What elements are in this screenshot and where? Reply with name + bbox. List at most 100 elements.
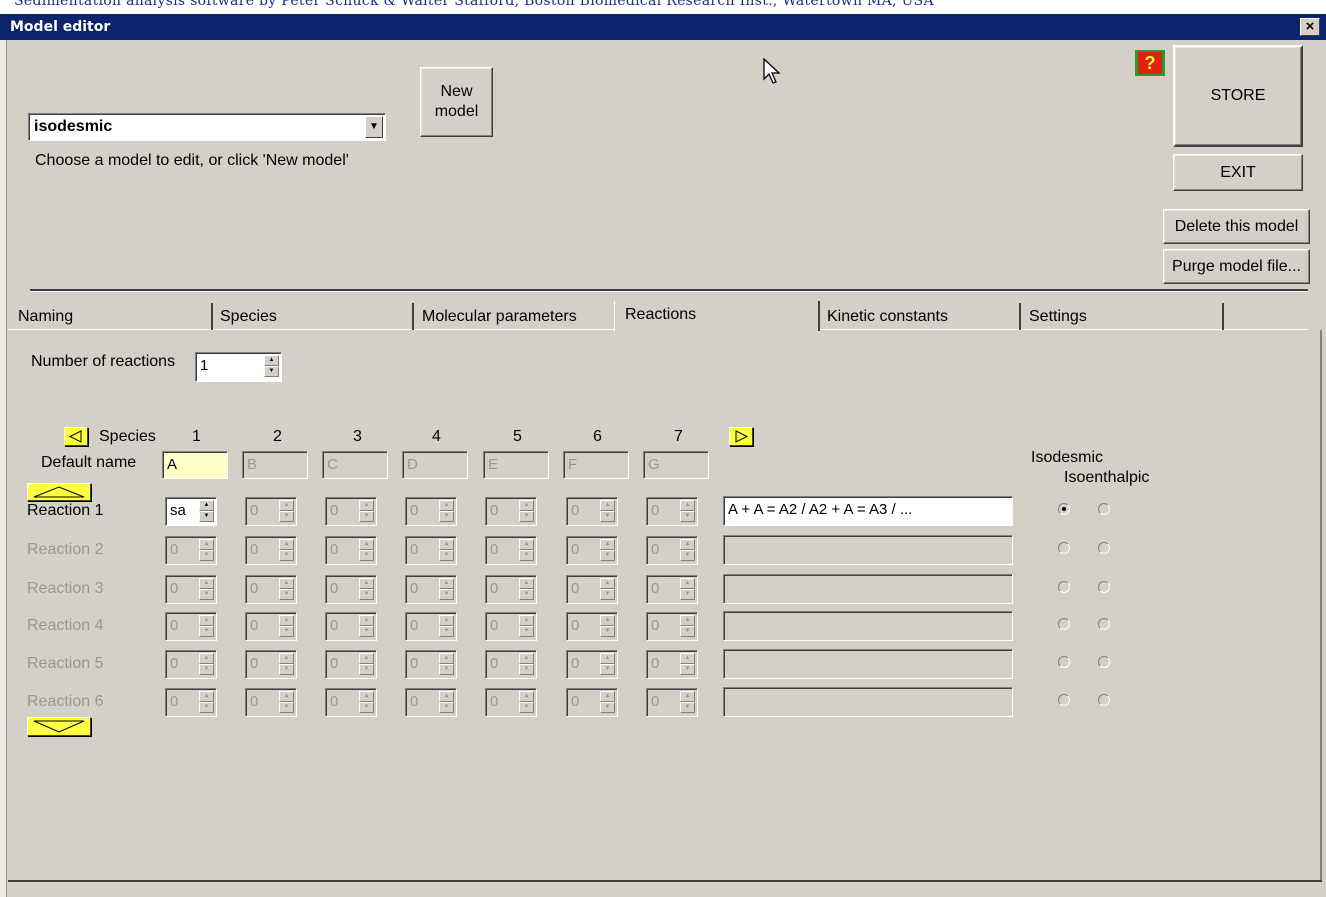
isodesmic-radio[interactable] bbox=[1058, 656, 1070, 668]
stepper-up-icon[interactable]: ▲ bbox=[519, 653, 534, 664]
coefficient-stepper[interactable]: 0 ▲ ▼ bbox=[325, 575, 377, 604]
stepper-down-icon[interactable]: ▼ bbox=[359, 664, 374, 675]
stepper-down-icon[interactable]: ▼ bbox=[199, 511, 214, 522]
new-model-button[interactable]: New model bbox=[420, 67, 493, 137]
isoenthalpic-radio[interactable] bbox=[1098, 618, 1110, 630]
coefficient-stepper[interactable]: 0 ▲ ▼ bbox=[245, 575, 297, 604]
coefficient-stepper[interactable]: 0 ▲ ▼ bbox=[405, 536, 457, 565]
stepper-up-icon[interactable]: ▲ bbox=[600, 539, 615, 550]
coefficient-stepper[interactable]: 0 ▲ ▼ bbox=[566, 575, 618, 604]
default-name-field[interactable]: A bbox=[162, 451, 228, 479]
scroll-up-button[interactable] bbox=[27, 483, 91, 501]
coefficient-stepper[interactable]: 0 ▲ ▼ bbox=[245, 650, 297, 679]
chevron-down-icon[interactable]: ▼ bbox=[365, 116, 383, 138]
close-button[interactable]: × bbox=[1300, 18, 1320, 36]
stepper-up-icon[interactable]: ▲ bbox=[519, 691, 534, 702]
stepper-down-icon[interactable]: ▼ bbox=[519, 702, 534, 713]
stepper-up-icon[interactable]: ▲ bbox=[680, 653, 695, 664]
isodesmic-radio[interactable] bbox=[1058, 618, 1070, 630]
stepper-down-icon[interactable]: ▼ bbox=[519, 511, 534, 522]
stepper-up-icon[interactable]: ▲ bbox=[359, 578, 374, 589]
coefficient-stepper[interactable]: 0 ▲ ▼ bbox=[485, 497, 537, 526]
stepper-up-icon[interactable]: ▲ bbox=[680, 615, 695, 626]
coefficient-stepper[interactable]: 0 ▲ ▼ bbox=[165, 536, 217, 565]
stepper-up-icon[interactable]: ▲ bbox=[199, 539, 214, 550]
stepper-down-icon[interactable]: ▼ bbox=[680, 550, 695, 561]
stepper-down-icon[interactable]: ▼ bbox=[439, 664, 454, 675]
reaction-equation-field[interactable] bbox=[723, 535, 1013, 565]
stepper-up-icon[interactable]: ▲ bbox=[519, 500, 534, 511]
reaction-equation-field[interactable] bbox=[723, 611, 1013, 641]
stepper-down-icon[interactable]: ▼ bbox=[279, 589, 294, 600]
stepper-up-icon[interactable]: ▲ bbox=[439, 578, 454, 589]
stepper-up-icon[interactable]: ▲ bbox=[439, 539, 454, 550]
default-name-field[interactable]: B bbox=[242, 451, 308, 479]
coefficient-stepper[interactable]: 0 ▲ ▼ bbox=[485, 612, 537, 641]
tab-reactions[interactable]: Reactions bbox=[614, 301, 820, 331]
stepper-up-icon[interactable]: ▲ bbox=[359, 615, 374, 626]
isoenthalpic-radio[interactable] bbox=[1098, 581, 1110, 593]
coefficient-stepper[interactable]: 0 ▲ ▼ bbox=[485, 575, 537, 604]
stepper-up-icon[interactable]: ▲ bbox=[600, 691, 615, 702]
purge-model-file-button[interactable]: Purge model file... bbox=[1163, 249, 1310, 284]
tab-molecular-parameters[interactable]: Molecular parameters bbox=[412, 303, 616, 330]
default-name-field[interactable]: C bbox=[322, 451, 388, 479]
stepper-down-icon[interactable]: ▼ bbox=[680, 511, 695, 522]
coefficient-stepper[interactable]: 0 ▲ ▼ bbox=[325, 612, 377, 641]
stepper-down-icon[interactable]: ▼ bbox=[199, 664, 214, 675]
coefficient-stepper[interactable]: 0 ▲ ▼ bbox=[405, 575, 457, 604]
stepper-down-icon[interactable]: ▼ bbox=[600, 550, 615, 561]
stepper-down-icon[interactable]: ▼ bbox=[264, 366, 279, 377]
stepper-up-icon[interactable]: ▲ bbox=[359, 500, 374, 511]
isodesmic-radio[interactable] bbox=[1058, 503, 1070, 515]
exit-button[interactable]: EXIT bbox=[1173, 154, 1303, 191]
stepper-down-icon[interactable]: ▼ bbox=[600, 664, 615, 675]
title-bar[interactable]: Model editor bbox=[0, 14, 1326, 40]
stepper-up-icon[interactable]: ▲ bbox=[519, 615, 534, 626]
stepper-down-icon[interactable]: ▼ bbox=[279, 626, 294, 637]
coefficient-stepper[interactable]: 0 ▲ ▼ bbox=[485, 650, 537, 679]
coefficient-stepper[interactable]: 0 ▲ ▼ bbox=[245, 536, 297, 565]
stepper-down-icon[interactable]: ▼ bbox=[279, 511, 294, 522]
stepper-down-icon[interactable]: ▼ bbox=[680, 702, 695, 713]
isoenthalpic-radio[interactable] bbox=[1098, 542, 1110, 554]
stepper-up-icon[interactable]: ▲ bbox=[279, 615, 294, 626]
coefficient-stepper[interactable]: 0 ▲ ▼ bbox=[245, 612, 297, 641]
help-button[interactable]: ? bbox=[1135, 50, 1165, 76]
next-species-button[interactable] bbox=[729, 427, 753, 446]
stepper-up-icon[interactable]: ▲ bbox=[264, 355, 279, 366]
tab-settings[interactable]: Settings bbox=[1019, 303, 1224, 330]
stepper-down-icon[interactable]: ▼ bbox=[359, 511, 374, 522]
stepper-up-icon[interactable]: ▲ bbox=[680, 691, 695, 702]
isodesmic-radio[interactable] bbox=[1058, 694, 1070, 706]
stepper-down-icon[interactable]: ▼ bbox=[680, 626, 695, 637]
coefficient-stepper[interactable]: 0 ▲ ▼ bbox=[405, 650, 457, 679]
stepper-up-icon[interactable]: ▲ bbox=[199, 691, 214, 702]
coefficient-stepper[interactable]: 0 ▲ ▼ bbox=[405, 497, 457, 526]
coefficient-stepper[interactable]: 0 ▲ ▼ bbox=[646, 688, 698, 717]
stepper-up-icon[interactable]: ▲ bbox=[199, 653, 214, 664]
stepper-up-icon[interactable]: ▲ bbox=[439, 615, 454, 626]
coefficient-stepper[interactable]: 0 ▲ ▼ bbox=[405, 688, 457, 717]
stepper-up-icon[interactable]: ▲ bbox=[199, 615, 214, 626]
coefficient-stepper[interactable]: 0 ▲ ▼ bbox=[485, 536, 537, 565]
coefficient-stepper[interactable]: 0 ▲ ▼ bbox=[646, 612, 698, 641]
stepper-up-icon[interactable]: ▲ bbox=[600, 500, 615, 511]
stepper-up-icon[interactable]: ▲ bbox=[359, 653, 374, 664]
stepper-down-icon[interactable]: ▼ bbox=[600, 511, 615, 522]
stepper-up-icon[interactable]: ▲ bbox=[600, 615, 615, 626]
stepper-down-icon[interactable]: ▼ bbox=[199, 626, 214, 637]
stepper-down-icon[interactable]: ▼ bbox=[600, 589, 615, 600]
stepper-down-icon[interactable]: ▼ bbox=[439, 702, 454, 713]
stepper-down-icon[interactable]: ▼ bbox=[359, 550, 374, 561]
prev-species-button[interactable] bbox=[64, 427, 88, 446]
stepper-down-icon[interactable]: ▼ bbox=[680, 589, 695, 600]
coefficient-stepper[interactable]: 0 ▲ ▼ bbox=[165, 612, 217, 641]
stepper-up-icon[interactable]: ▲ bbox=[680, 500, 695, 511]
stepper-down-icon[interactable]: ▼ bbox=[199, 550, 214, 561]
stepper-down-icon[interactable]: ▼ bbox=[199, 589, 214, 600]
stepper-down-icon[interactable]: ▼ bbox=[359, 589, 374, 600]
stepper-down-icon[interactable]: ▼ bbox=[519, 664, 534, 675]
model-select[interactable]: isodesmic ▼ bbox=[28, 113, 386, 141]
stepper-up-icon[interactable]: ▲ bbox=[439, 653, 454, 664]
